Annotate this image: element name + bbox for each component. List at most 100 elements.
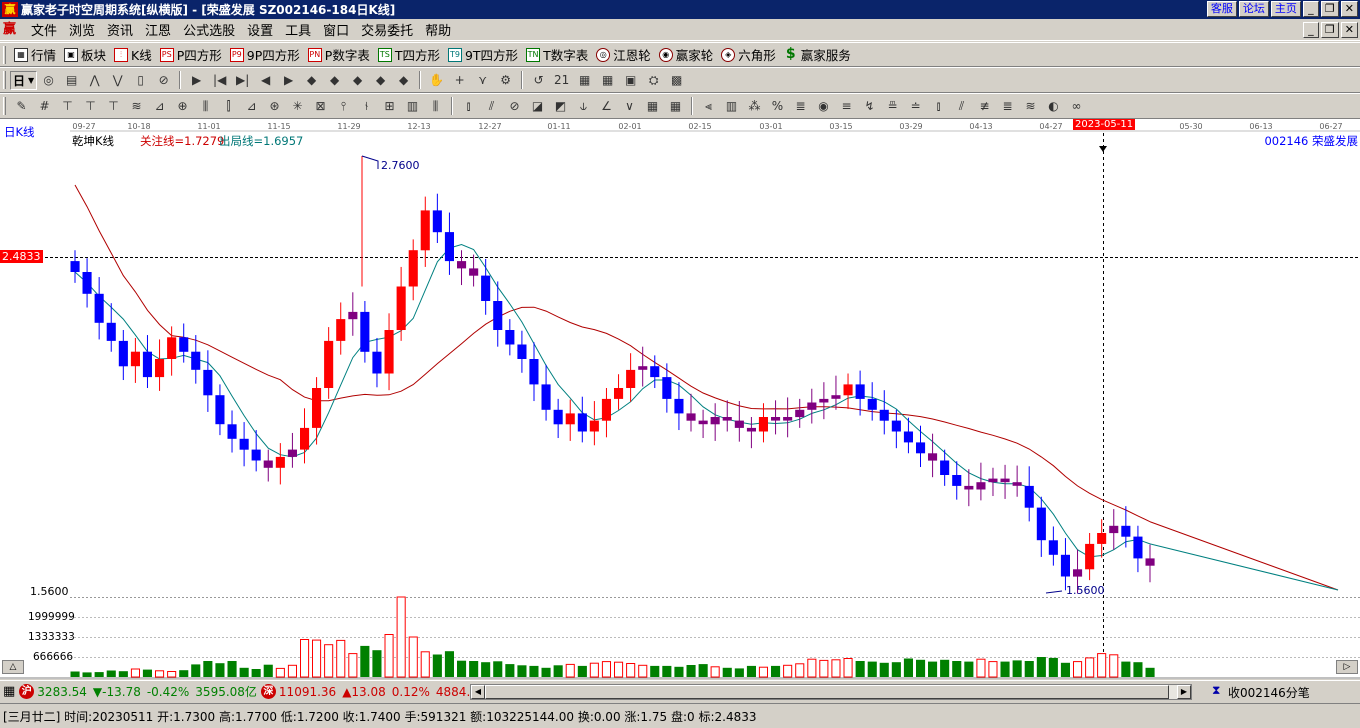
toolbar-hexagon-button[interactable]: ◈ 六角形 (717, 45, 780, 65)
scroll-thumb[interactable] (485, 685, 1169, 699)
tool-icon[interactable]: ⛭ (644, 71, 663, 89)
toolbar-gann-wheel-button[interactable]: ◎ 江恩轮 (592, 45, 655, 65)
tool-icon[interactable]: ▦ (666, 97, 685, 115)
expand-right-icon[interactable]: ▷ (1336, 660, 1358, 674)
tool-icon[interactable]: ▦ (575, 71, 594, 89)
tool-icon[interactable]: ▯ (131, 71, 150, 89)
tool-icon[interactable]: ⫼ (196, 97, 215, 115)
menu-help[interactable]: 帮助 (419, 20, 457, 39)
tool-icon[interactable]: ⊤ (81, 97, 100, 115)
tool-icon[interactable]: ◀ (256, 71, 275, 89)
service-link[interactable]: 客服 (1206, 1, 1237, 17)
menu-settings[interactable]: 设置 (241, 20, 279, 39)
tool-icon[interactable]: ⊿ (242, 97, 261, 115)
tick-detail-label[interactable]: 收002146分笔 (1228, 684, 1310, 701)
tool-icon[interactable]: ≡ (837, 97, 856, 115)
menu-browse[interactable]: 浏览 (63, 20, 101, 39)
tool-icon[interactable]: ≣ (791, 97, 810, 115)
mdi-close-button[interactable]: ✕ (1340, 22, 1358, 38)
tool-icon[interactable]: ⊠ (311, 97, 330, 115)
minimize-button[interactable]: _ (1302, 1, 1319, 17)
tool-icon[interactable]: ⫯ (334, 97, 353, 115)
tool-icon[interactable]: ↯ (860, 97, 879, 115)
tool-icon[interactable]: + (450, 71, 469, 89)
tool-icon[interactable]: ▥ (722, 97, 741, 115)
scroll-right-icon[interactable]: ▶ (1177, 685, 1191, 699)
tool-icon[interactable]: ✎ (12, 97, 31, 115)
tool-icon[interactable]: ⋀ (85, 71, 104, 89)
tool-icon[interactable]: ▥ (403, 97, 422, 115)
tool-icon[interactable]: ⁂ (745, 97, 764, 115)
toolbar-grip[interactable] (3, 45, 6, 64)
kline-chart-svg[interactable]: 09-27 10-18 11-01 11-15 11-29 12-13 12-27 01-11… (0, 119, 1360, 679)
toolbar-t-table-button[interactable]: TN T数字表 (522, 45, 592, 65)
toolbar-p-table-button[interactable]: PN P数字表 (304, 45, 374, 65)
tool-icon[interactable]: ⋁ (108, 71, 127, 89)
tool-icon[interactable]: ⫾ (459, 97, 478, 115)
tool-icon[interactable]: ≞ (883, 97, 902, 115)
tool-icon[interactable]: # (35, 97, 54, 115)
tool-icon[interactable]: ▩ (667, 71, 686, 89)
toolbar-grip[interactable] (3, 97, 6, 115)
toolbar-blocks-button[interactable]: ▣ 板块 (60, 45, 110, 65)
tool-icon[interactable]: |◀ (210, 71, 229, 89)
tool-icon[interactable]: ⊛ (265, 97, 284, 115)
tool-icon[interactable]: ≢ (975, 97, 994, 115)
tool-icon[interactable]: ◆ (394, 71, 413, 89)
menu-file[interactable]: 文件 (25, 20, 63, 39)
tool-icon[interactable]: ∨ (620, 97, 639, 115)
menu-window[interactable]: 窗口 (317, 20, 355, 39)
horizontal-scrollbar[interactable]: ◀ ▶ (470, 684, 1192, 700)
tool-icon[interactable]: ⊞ (380, 97, 399, 115)
tool-icon[interactable]: ⊿ (150, 97, 169, 115)
toolbar-9p-square-button[interactable]: P9 9P四方形 (226, 45, 304, 65)
tool-icon[interactable]: ⫼ (426, 97, 445, 115)
tool-icon[interactable]: ▤ (62, 71, 81, 89)
toolbar-kline-button[interactable]: ⫶ K线 (110, 45, 156, 65)
mdi-minimize-button[interactable]: _ (1302, 22, 1319, 38)
tool-icon[interactable]: ≐ (906, 97, 925, 115)
tool-icon[interactable]: ⫝ (574, 97, 593, 115)
tool-icon[interactable]: 21 (552, 71, 571, 89)
tool-icon[interactable]: ◉ (814, 97, 833, 115)
toolbar-winner-wheel-button[interactable]: ◉ 赢家轮 (655, 45, 718, 65)
tool-icon[interactable]: ◩ (551, 97, 570, 115)
tool-icon[interactable]: ≣ (998, 97, 1017, 115)
menu-gann[interactable]: 江恩 (139, 20, 177, 39)
tool-icon[interactable]: ⊤ (58, 97, 77, 115)
tool-icon[interactable]: ▶| (233, 71, 252, 89)
scroll-left-icon[interactable]: ◀ (471, 685, 485, 699)
tool-icon[interactable]: ⊘ (154, 71, 173, 89)
tool-icon[interactable]: ✳ (288, 97, 307, 115)
tool-icon[interactable]: ⊤ (104, 97, 123, 115)
tool-icon[interactable]: ∠ (597, 97, 616, 115)
tool-icon[interactable]: % (768, 97, 787, 115)
menu-info[interactable]: 资讯 (101, 20, 139, 39)
tool-icon[interactable]: ≋ (127, 97, 146, 115)
menu-tools[interactable]: 工具 (279, 20, 317, 39)
period-dropdown[interactable]: 日 ▼ (10, 70, 38, 90)
toolbar-grip[interactable] (3, 71, 6, 89)
tool-icon[interactable]: ◎ (39, 71, 58, 89)
tool-icon[interactable]: ⫮ (357, 97, 376, 115)
toolbar-grid-button[interactable]: ▦ 行情 (10, 45, 60, 65)
tool-icon[interactable]: ▦ (643, 97, 662, 115)
toolbar-dollar-button[interactable]: $ 赢家服务 (780, 45, 855, 65)
tool-icon[interactable]: ∞ (1067, 97, 1086, 115)
tool-icon[interactable]: ⫾ (929, 97, 948, 115)
tool-icon[interactable]: ▦ (598, 71, 617, 89)
tool-icon[interactable]: ◐ (1044, 97, 1063, 115)
toolbar-9t-square-button[interactable]: T9 9T四方形 (444, 45, 522, 65)
expand-up-icon[interactable]: △ (2, 660, 24, 674)
tool-icon[interactable]: ⊘ (505, 97, 524, 115)
tool-icon[interactable]: ↺ (529, 71, 548, 89)
tool-icon[interactable]: ⫽ (952, 97, 971, 115)
tool-icon[interactable]: ◆ (348, 71, 367, 89)
home-link[interactable]: 主页 (1270, 1, 1301, 17)
table-icon[interactable]: ▦ (3, 684, 15, 699)
toolbar-p-square-button[interactable]: PS P四方形 (156, 45, 226, 65)
tool-icon[interactable]: ▶ (187, 71, 206, 89)
restore-button[interactable]: ❐ (1320, 1, 1339, 17)
toolbar-t-square-button[interactable]: TS T四方形 (374, 45, 444, 65)
mdi-restore-button[interactable]: ❐ (1320, 22, 1339, 38)
